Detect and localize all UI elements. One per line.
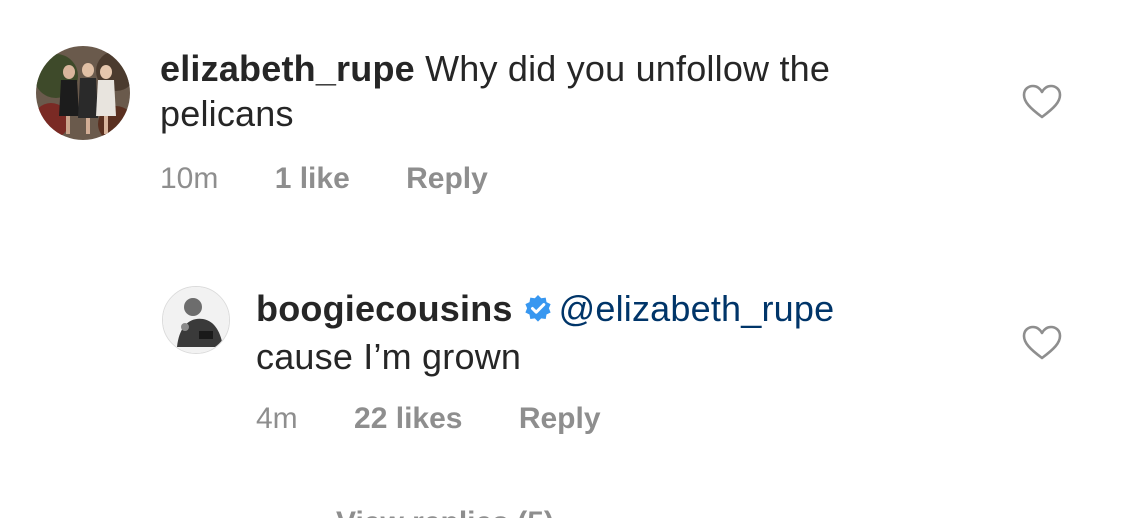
comment-meta: 10m 1 like Reply <box>160 162 536 196</box>
reply-time: 4m <box>256 402 298 435</box>
reply-username[interactable]: boogiecousins <box>256 288 513 329</box>
avatar-elizabeth-rupe[interactable] <box>36 46 130 140</box>
comment-username[interactable]: elizabeth_rupe <box>160 48 415 89</box>
reply-likes-count[interactable]: 22 likes <box>354 402 462 435</box>
mention-link[interactable]: @elizabeth_rupe <box>559 288 835 329</box>
reply-text: boogiecousins @elizabeth_rupe cause I’m … <box>256 286 996 379</box>
comment-text: elizabeth_rupe Why did you unfollow the … <box>160 46 960 136</box>
verified-badge-icon <box>523 289 553 334</box>
view-replies-button[interactable]: View replies (5) <box>256 506 554 518</box>
comments-screen: elizabeth_rupe Why did you unfollow the … <box>0 0 1125 518</box>
reply-reply-button[interactable]: Reply <box>519 402 601 435</box>
reply-button[interactable]: Reply <box>406 162 488 195</box>
view-replies-label: View replies (5) <box>336 506 554 518</box>
comment-text-line2: pelicans <box>160 93 294 134</box>
heart-outline-icon[interactable] <box>1022 325 1062 361</box>
heart-outline-icon[interactable] <box>1022 84 1062 120</box>
reply-meta: 4m 22 likes Reply <box>256 402 649 436</box>
comment-time: 10m <box>160 162 219 195</box>
avatar-boogiecousins[interactable] <box>162 286 230 354</box>
likes-count[interactable]: 1 like <box>275 162 350 195</box>
reply-text-line2: cause I’m grown <box>256 336 522 377</box>
comment-text-line1: Why did you unfollow the <box>425 48 831 89</box>
